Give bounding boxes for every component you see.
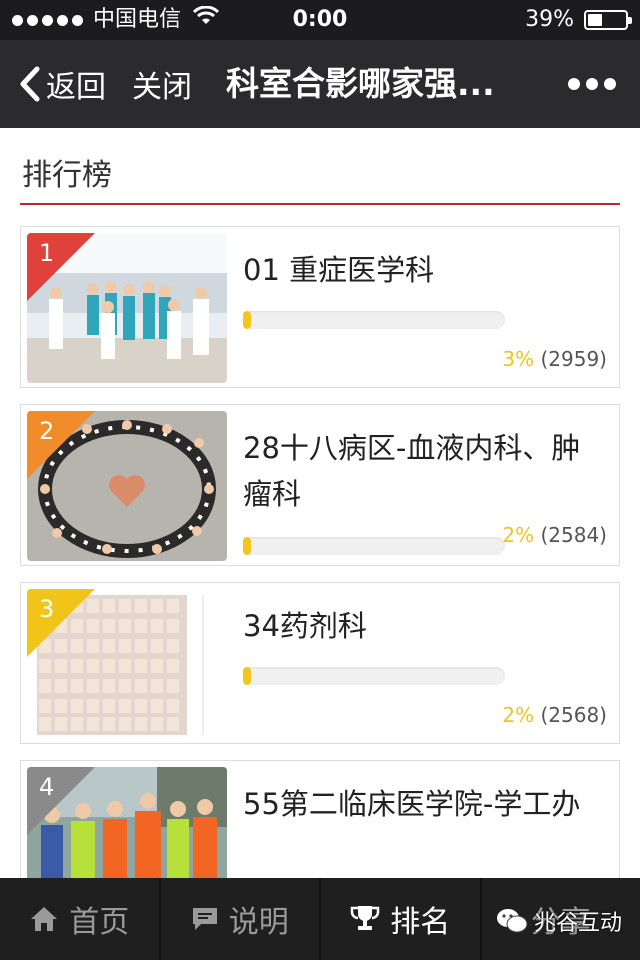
vote-count: (2584) <box>540 523 607 547</box>
department-name: 01 重症医学科 <box>243 253 435 287</box>
battery-percent: 39% <box>525 7 574 32</box>
group-photo: 3 <box>27 589 227 739</box>
page-title: 科室合影哪家强... <box>226 64 495 103</box>
screen: 中国电信 0:00 39% 返回 关闭 科室合影哪家强... 排行榜 1 01 … <box>0 0 640 960</box>
vote-progress-fill <box>243 311 251 329</box>
battery-fill <box>588 14 602 26</box>
comment-icon <box>191 906 219 932</box>
rank-number: 1 <box>39 239 55 267</box>
vote-count: (2959) <box>540 347 607 371</box>
rank-badge-1 <box>27 233 95 301</box>
vote-count: (2568) <box>540 703 607 727</box>
rank-badge-3 <box>27 589 95 657</box>
vote-progress-bar <box>243 537 505 555</box>
ranking-item[interactable]: 2 28十八病区-血液内科、肿瘤科 2% (2584) <box>20 404 620 566</box>
vote-percent: 2% <box>502 523 535 547</box>
close-label: 关闭 <box>132 70 192 105</box>
rank-number: 2 <box>39 417 55 445</box>
department-name: 55第二临床医学院-学工办 <box>243 787 581 821</box>
ranking-item[interactable]: 3 34药剂科 2% (2568) <box>20 582 620 744</box>
vote-percent: 3% <box>502 347 535 371</box>
vote-progress-bar <box>243 667 505 685</box>
back-label: 返回 <box>46 70 106 105</box>
chevron-left-icon <box>18 66 40 102</box>
vote-progress-bar <box>243 311 505 329</box>
tab-home[interactable]: 首页 <box>0 878 161 960</box>
rank-badge-2 <box>27 411 95 479</box>
department-name: 34药剂科 <box>243 609 367 643</box>
tab-label: 首页 <box>69 905 130 940</box>
tab-instructions[interactable]: 说明 <box>161 878 321 960</box>
vote-stats: 2% (2584) <box>502 523 607 547</box>
tab-label: 说明 <box>228 905 289 940</box>
battery-icon <box>584 10 632 30</box>
group-photo: 1 <box>27 233 227 383</box>
vote-percent: 2% <box>502 703 535 727</box>
wechat-icon <box>496 908 528 934</box>
department-name: 28十八病区-血液内科、肿瘤科 <box>243 431 581 511</box>
nav-bar: 返回 关闭 科室合影哪家强... <box>0 40 640 128</box>
back-button[interactable]: 返回 <box>18 40 106 128</box>
tab-ranking[interactable]: 排名 <box>321 878 482 960</box>
home-icon <box>29 905 59 933</box>
section-divider <box>20 203 620 205</box>
close-button[interactable]: 关闭 <box>132 40 192 128</box>
vote-stats: 3% (2959) <box>502 347 607 371</box>
trophy-icon <box>350 904 380 934</box>
vote-stats: 2% (2568) <box>502 703 607 727</box>
section-title: 排行榜 <box>22 158 112 193</box>
rank-number: 3 <box>39 595 55 623</box>
vote-progress-fill <box>243 537 251 555</box>
status-bar: 中国电信 0:00 39% <box>0 0 640 40</box>
status-right: 39% <box>525 0 632 40</box>
watermark-text: 兆谷互动 <box>533 911 622 936</box>
tab-label: 排名 <box>390 905 451 940</box>
group-photo: 2 <box>27 411 227 561</box>
watermark: 兆谷互动 <box>496 905 622 937</box>
rank-badge-4 <box>27 767 95 835</box>
vote-progress-fill <box>243 667 251 685</box>
more-menu-icon[interactable] <box>568 40 616 128</box>
rank-number: 4 <box>39 773 55 801</box>
ranking-item[interactable]: 1 01 重症医学科 3% (2959) <box>20 226 620 388</box>
